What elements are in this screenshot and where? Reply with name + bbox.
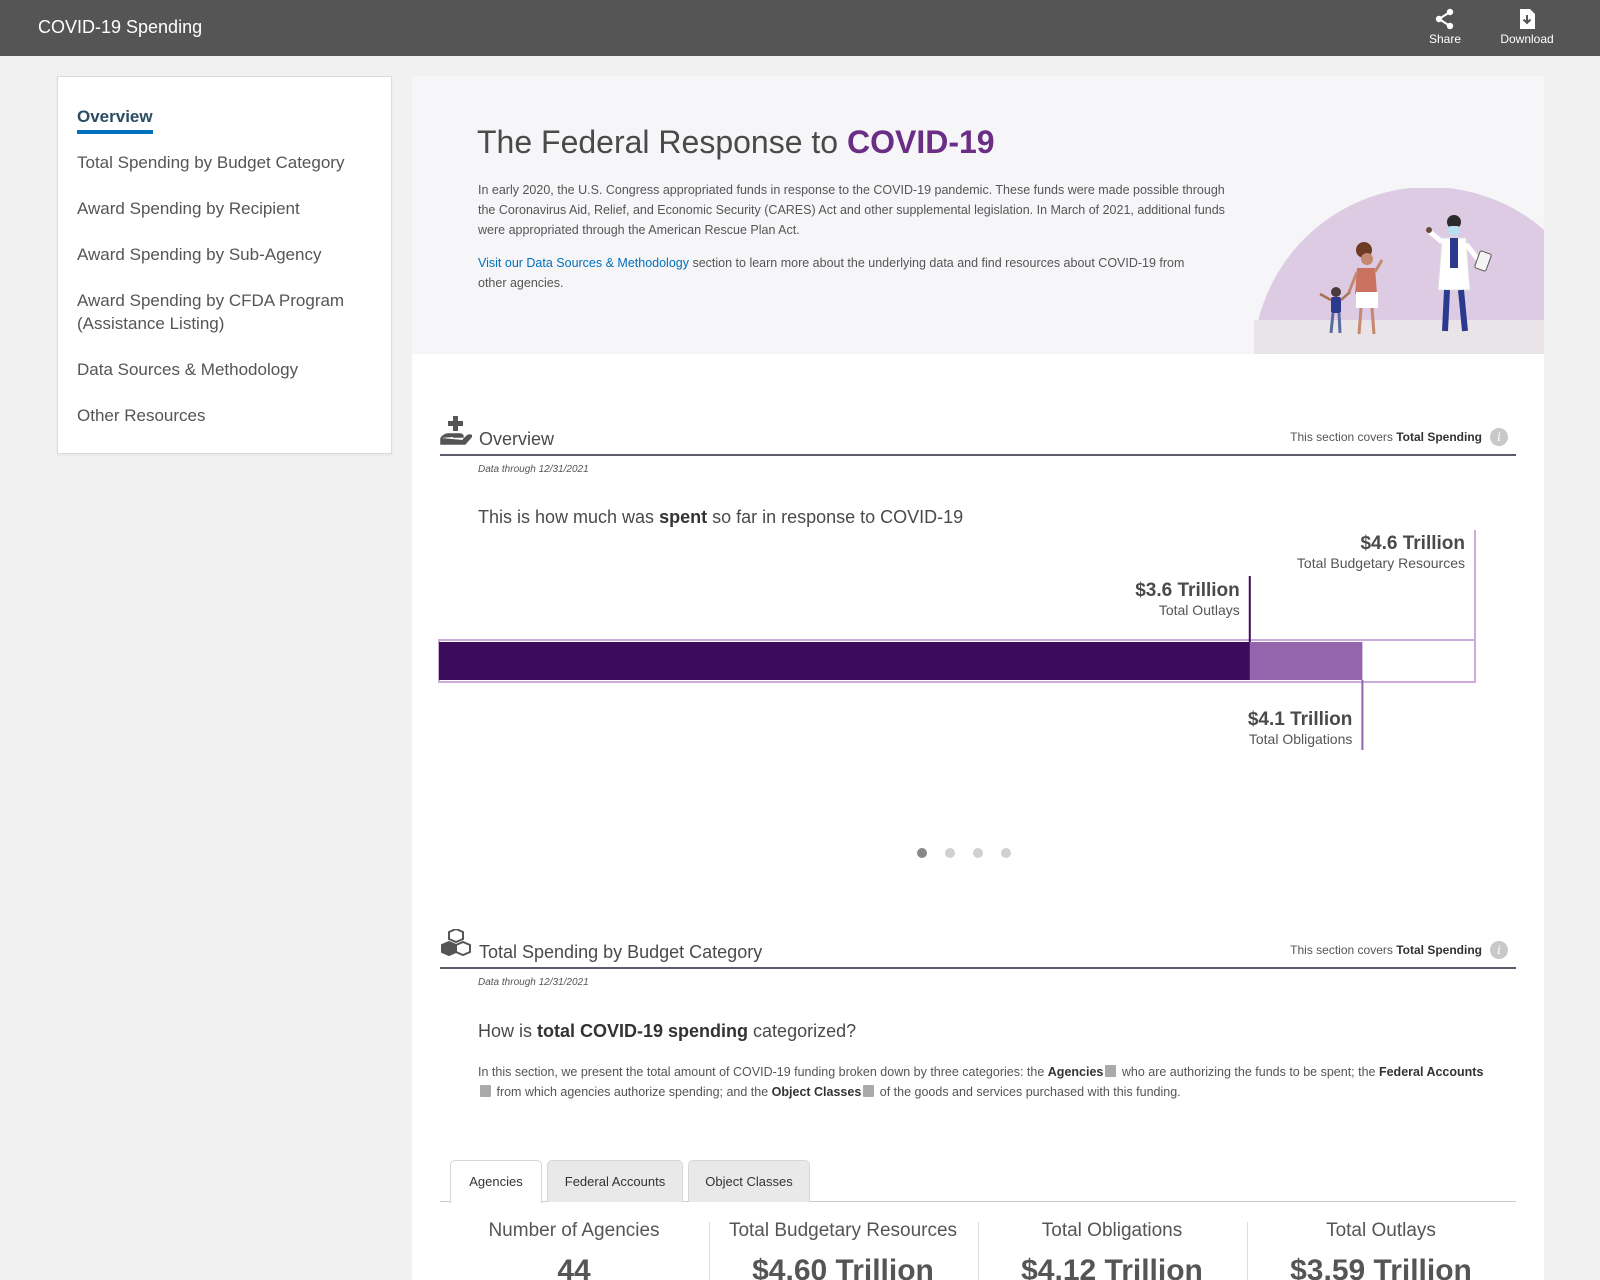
glossary-icon[interactable] <box>1105 1065 1117 1077</box>
info-icon[interactable]: i <box>1490 941 1508 959</box>
download-icon <box>1520 9 1535 29</box>
carousel-dot[interactable] <box>973 848 983 858</box>
data-through-date: Data through 12/31/2021 <box>478 464 589 475</box>
boxes-icon <box>441 929 471 957</box>
hand-medical-icon <box>440 416 472 445</box>
desc-term-agencies: Agencies <box>1047 1065 1104 1079</box>
sidebar-nav: Overview Total Spending by Budget Catego… <box>57 76 392 454</box>
desc-text: In this section, we present the total am… <box>478 1065 1048 1079</box>
share-button[interactable]: Share <box>1410 8 1480 46</box>
bar-total-outlays <box>439 642 1250 680</box>
value-label-total-budgetary-resources: $4.6 Trillion <box>1360 533 1465 554</box>
covers-prefix: This section covers <box>1290 430 1397 444</box>
app-title: COVID-19 Spending <box>38 17 203 37</box>
summary-stats: Number of Agencies 44 Total Budgetary Re… <box>440 1220 1516 1280</box>
download-label: Download <box>1500 32 1554 46</box>
desc-term-object-classes: Object Classes <box>771 1085 862 1099</box>
download-button[interactable]: Download <box>1492 8 1562 46</box>
sidebar-item-budget-category[interactable]: Total Spending by Budget Category <box>77 151 344 174</box>
budget-category-section-title: Total Spending by Budget Category <box>479 942 763 962</box>
stat-value: $4.12 Trillion <box>1021 1254 1203 1280</box>
glossary-icon[interactable] <box>863 1085 875 1097</box>
top-bar: COVID-19 Spending Share Download <box>0 0 1600 56</box>
page-title-accent: COVID-19 <box>846 124 995 160</box>
budget-category-question: How is total COVID-19 spending categoriz… <box>478 1021 856 1042</box>
covers-bold: Total Spending <box>1396 430 1482 444</box>
stat-total-budgetary-resources: Total Budgetary Resources $4.60 Trillion <box>709 1220 977 1280</box>
carousel-dot[interactable] <box>1001 848 1011 858</box>
overview-section-header: Overview This section covers Total Spend… <box>440 416 1516 456</box>
covers-prefix: This section covers <box>1290 943 1397 957</box>
sidebar-item-label-line2: (Assistance Listing) <box>77 314 225 333</box>
stat-total-obligations: Total Obligations $4.12 Trillion <box>978 1220 1246 1280</box>
desc-text: who are authorizing the funds to be spen… <box>1118 1065 1379 1079</box>
series-label-total-budgetary-resources: Total Budgetary Resources <box>1297 555 1465 571</box>
stat-number-of-agencies: Number of Agencies 44 <box>440 1220 708 1280</box>
carousel-dot[interactable] <box>945 848 955 858</box>
bar-total-budgetary-resources <box>438 639 1476 683</box>
question-bold: total COVID-19 spending <box>537 1021 749 1041</box>
tab-agencies[interactable]: Agencies <box>450 1160 542 1203</box>
stat-label: Total Outlays <box>1326 1220 1436 1241</box>
question-post: categorized? <box>748 1021 857 1041</box>
question-bold: spent <box>659 507 708 527</box>
series-label-total-outlays: Total Outlays <box>1159 602 1240 618</box>
sidebar-item-label: Award Spending by CFDA Program <box>77 291 345 310</box>
page-title-prefix: The Federal Response to <box>477 124 847 160</box>
stat-label: Total Budgetary Resources <box>728 1220 958 1241</box>
sidebar-item-cfda-program[interactable]: Award Spending by CFDA Program (Assistan… <box>77 289 344 335</box>
tab-federal-accounts[interactable]: Federal Accounts <box>547 1160 683 1202</box>
page-title: The Federal Response to COVID-19 <box>477 124 995 161</box>
share-label: Share <box>1428 32 1462 46</box>
question-post: so far in response to COVID-19 <box>707 507 964 527</box>
category-tabs: Agencies Federal Accounts Object Classes <box>440 1160 1516 1203</box>
bar-total-obligations <box>439 642 1363 680</box>
hero-intro-text: In early 2020, the U.S. Congress appropr… <box>478 183 1225 237</box>
hero-banner: The Federal Response to COVID-19 In earl… <box>412 76 1544 354</box>
share-icon <box>1435 8 1454 30</box>
stat-label: Total Obligations <box>1041 1220 1183 1241</box>
glossary-icon[interactable] <box>480 1085 491 1097</box>
sidebar-item-recipient[interactable]: Award Spending by Recipient <box>77 197 300 220</box>
section-covers-text: This section covers Total Spending <box>1290 943 1482 957</box>
sidebar-item-sub-agency[interactable]: Award Spending by Sub-Agency <box>77 243 321 266</box>
sidebar-item-data-sources[interactable]: Data Sources & Methodology <box>77 358 298 381</box>
stat-total-outlays: Total Outlays $3.59 Trillion <box>1247 1220 1515 1280</box>
stat-value: $4.60 Trillion <box>752 1254 934 1280</box>
hero-methodology-text: Visit our Data Sources & Methodology sec… <box>478 253 1188 293</box>
budget-category-section-header: Total Spending by Budget Category This s… <box>440 929 1516 969</box>
overview-section-title: Overview <box>479 429 555 449</box>
main-content: The Federal Response to COVID-19 In earl… <box>412 76 1544 1280</box>
overview-question: This is how much was spent so far in res… <box>478 507 963 528</box>
doctor-family-illustration <box>1254 188 1544 354</box>
stat-label: Number of Agencies <box>488 1220 660 1241</box>
sidebar-item-overview[interactable]: Overview <box>77 105 153 134</box>
value-label-total-outlays: $3.6 Trillion <box>1135 580 1240 601</box>
desc-text: from which agencies authorize spending; … <box>493 1085 772 1099</box>
data-sources-link[interactable]: Visit our Data Sources & Methodology <box>478 256 689 270</box>
question-pre: This is how much was <box>478 507 660 527</box>
data-through-date: Data through 12/31/2021 <box>478 977 589 988</box>
desc-term-federal-accounts: Federal Accounts <box>1378 1065 1484 1079</box>
desc-text: of the goods and services purchased with… <box>876 1085 1181 1099</box>
sidebar-item-other-resources[interactable]: Other Resources <box>77 404 206 427</box>
info-icon[interactable]: i <box>1490 428 1508 446</box>
stat-value: $3.59 Trillion <box>1290 1254 1472 1280</box>
carousel-dot[interactable] <box>917 848 927 858</box>
tab-object-classes[interactable]: Object Classes <box>688 1160 810 1202</box>
stat-value: 44 <box>557 1254 591 1280</box>
budget-category-description: In this section, we present the total am… <box>478 1062 1488 1102</box>
question-pre: How is <box>478 1021 538 1041</box>
section-covers-text: This section covers Total Spending <box>1290 430 1482 444</box>
covers-bold: Total Spending <box>1396 943 1482 957</box>
series-label-total-obligations: Total Obligations <box>1249 731 1353 747</box>
value-label-total-obligations: $4.1 Trillion <box>1248 709 1353 730</box>
